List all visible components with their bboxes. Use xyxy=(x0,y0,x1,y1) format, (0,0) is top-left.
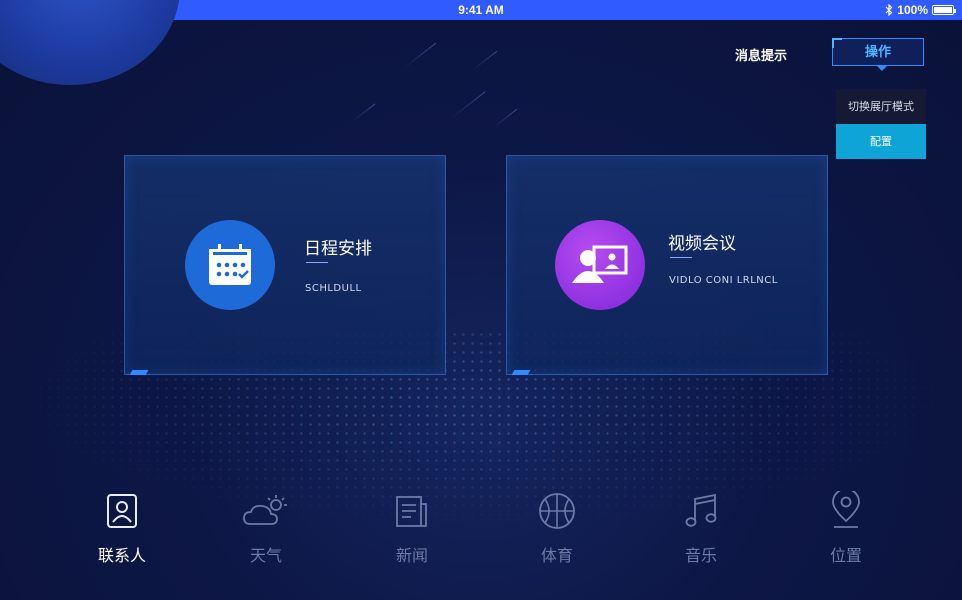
battery-icon xyxy=(932,5,956,15)
dropdown-item-config[interactable]: 配置 xyxy=(836,124,926,159)
nav-item-location[interactable]: 位置 xyxy=(796,488,896,566)
basketball-icon xyxy=(539,493,575,529)
nav-label: 体育 xyxy=(540,546,573,565)
nav-item-news[interactable]: 新闻 xyxy=(362,488,462,566)
nav-label: 联系人 xyxy=(97,546,146,565)
schedule-icon-circle xyxy=(185,220,275,310)
streak-decoration xyxy=(403,42,437,69)
video-conference-title: 视频会议 xyxy=(668,234,736,254)
schedule-card[interactable]: 日程安排 SCHLDULL xyxy=(124,155,446,375)
dropdown-item-switch-mode[interactable]: 切换展厅模式 xyxy=(836,89,926,124)
card-corner-accent xyxy=(511,370,531,375)
nav-item-sports[interactable]: 体育 xyxy=(507,488,607,566)
schedule-title: 日程安排 xyxy=(304,239,372,259)
message-tip-link[interactable]: 消息提示 xyxy=(735,45,787,64)
schedule-subtitle: SCHLDULL xyxy=(305,283,362,294)
nav-label: 音乐 xyxy=(684,546,717,565)
nav-label: 天气 xyxy=(249,546,282,565)
nav-item-contacts[interactable]: 联系人 xyxy=(72,488,172,566)
video-conference-icon xyxy=(572,245,628,283)
nav-item-weather[interactable]: 天气 xyxy=(216,488,316,566)
streak-decoration xyxy=(472,50,498,71)
video-conference-card[interactable]: 视频会议 VIDLO CONI LRLNCL xyxy=(506,155,828,375)
title-divider xyxy=(670,257,692,258)
news-icon xyxy=(396,496,427,527)
bluetooth-icon xyxy=(885,4,893,16)
nav-item-music[interactable]: 音乐 xyxy=(651,488,751,566)
streak-decoration xyxy=(492,108,518,129)
music-icon xyxy=(685,493,717,527)
card-corner-accent xyxy=(129,370,149,375)
calendar-icon xyxy=(209,244,251,285)
streak-decoration xyxy=(352,103,376,122)
operate-button[interactable]: 操作 xyxy=(832,38,924,71)
weather-icon xyxy=(243,495,287,525)
planet-decoration xyxy=(0,0,180,85)
video-conference-subtitle: VIDLO CONI LRLNCL xyxy=(669,275,778,286)
video-icon-circle xyxy=(555,220,645,310)
operate-dropdown: 切换展厅模式 配置 xyxy=(836,89,926,159)
contact-icon xyxy=(107,494,137,528)
location-icon xyxy=(832,491,860,528)
title-divider xyxy=(306,262,328,263)
nav-label: 位置 xyxy=(829,546,862,565)
streak-decoration xyxy=(449,91,486,120)
nav-label: 新闻 xyxy=(395,546,428,565)
battery-percent: 100% xyxy=(897,3,928,17)
